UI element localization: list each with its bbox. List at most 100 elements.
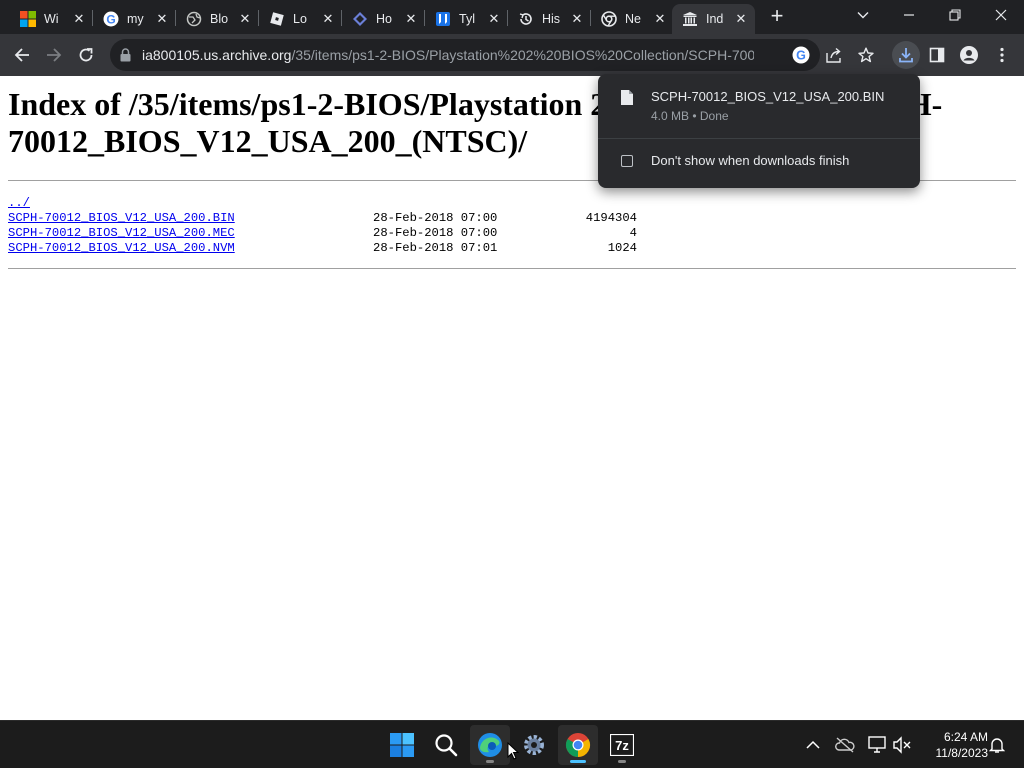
lock-icon[interactable] <box>120 48 131 67</box>
list-item: SCPH-70012_BIOS_V12_USA_200.NVM 28-Feb-2… <box>8 241 708 256</box>
tab-title: Ind <box>706 12 724 26</box>
file-size: 4 <box>629 226 637 240</box>
tab-3[interactable]: Blo ✕ <box>176 4 259 34</box>
tab-9-active[interactable]: Ind ✕ <box>672 4 755 34</box>
url-host: ia800105.us.archive.org <box>142 47 292 63</box>
7zip-icon[interactable]: 7z <box>602 725 642 765</box>
new-tab-button[interactable]: + <box>766 5 788 28</box>
start-icon[interactable] <box>382 725 422 765</box>
chevron-up-icon[interactable] <box>801 733 825 757</box>
tab-close-icon[interactable]: ✕ <box>403 11 419 27</box>
chrome-icon <box>601 11 617 27</box>
search-icon[interactable] <box>426 725 466 765</box>
file-date: 28-Feb-2018 07:00 <box>373 226 498 240</box>
download-filename[interactable]: SCPH-70012_BIOS_V12_USA_200.BIN <box>651 89 884 104</box>
tab-title: His <box>542 12 561 26</box>
tab-close-icon[interactable]: ✕ <box>154 11 170 27</box>
tab-close-icon[interactable]: ✕ <box>652 11 668 27</box>
tab-close-icon[interactable]: ✕ <box>733 11 749 27</box>
7zip-label: 7z <box>615 738 629 753</box>
tab-strip: Wi ✕ G my ✕ Blo ✕ Lo ✕ Ho ✕ Tyl ✕ His ✕ … <box>0 0 1024 34</box>
tab-title: my <box>127 12 144 26</box>
file-link[interactable]: SCPH-70012_BIOS_V12_USA_200.BIN <box>8 211 235 226</box>
list-item: SCPH-70012_BIOS_V12_USA_200.BIN 28-Feb-2… <box>8 211 708 226</box>
active-indicator <box>570 760 586 763</box>
file-date: 28-Feb-2018 07:00 <box>373 211 498 225</box>
volume-muted-icon[interactable] <box>890 733 914 757</box>
list-item: SCPH-70012_BIOS_V12_USA_200.MEC 28-Feb-2… <box>8 226 708 241</box>
clock-time: 6:24 AM <box>943 730 988 744</box>
back-icon[interactable] <box>9 42 35 68</box>
dont-show-label[interactable]: Don't show when downloads finish <box>651 153 849 168</box>
google-lens-icon[interactable]: G <box>792 46 810 69</box>
bookmark-icon <box>435 11 451 27</box>
menu-kebab-icon[interactable] <box>989 42 1015 68</box>
close-window-icon[interactable] <box>978 0 1024 30</box>
microsoft-icon <box>20 11 36 27</box>
list-item: ../ <box>8 196 708 211</box>
svg-text:G: G <box>106 13 115 27</box>
tab-title: Ne <box>625 12 641 26</box>
roblox-icon <box>269 11 285 27</box>
download-status: 4.0 MB • Done <box>651 109 729 123</box>
bottom-divider <box>8 268 1016 269</box>
tab-search-icon[interactable] <box>840 0 886 30</box>
tab-close-icon[interactable]: ✕ <box>71 11 87 27</box>
tab-5[interactable]: Ho ✕ <box>342 4 425 34</box>
tab-1[interactable]: Wi ✕ <box>10 4 93 34</box>
mouse-cursor-icon <box>507 741 520 765</box>
tab-title: Wi <box>44 12 59 26</box>
tab-close-icon[interactable]: ✕ <box>320 11 336 27</box>
url-text[interactable]: ia800105.us.archive.org/35/items/ps1-2-B… <box>142 47 754 63</box>
file-link[interactable]: SCPH-70012_BIOS_V12_USA_200.NVM <box>8 241 235 256</box>
clock-date: 11/8/2023 <box>935 746 989 760</box>
running-indicator <box>618 760 626 763</box>
share-icon[interactable] <box>821 42 847 68</box>
tab-title: Blo <box>210 12 229 26</box>
google-icon: G <box>103 11 119 27</box>
restore-icon[interactable] <box>932 0 978 30</box>
tab-7[interactable]: His ✕ <box>508 4 591 34</box>
tab-title: Ho <box>376 12 392 26</box>
file-date: 28-Feb-2018 07:01 <box>373 241 498 255</box>
globe-icon <box>186 11 202 27</box>
downloads-bubble: SCPH-70012_BIOS_V12_USA_200.BIN 4.0 MB •… <box>598 74 920 188</box>
file-listing: ../ SCPH-70012_BIOS_V12_USA_200.BIN 28-F… <box>8 196 708 256</box>
notification-bell-icon[interactable] <box>985 733 1009 757</box>
tab-close-icon[interactable]: ✕ <box>486 11 502 27</box>
browser-toolbar: ia800105.us.archive.org/35/items/ps1-2-B… <box>0 34 1024 76</box>
url-path: /35/items/ps1-2-BIOS/Playstation%202%20B… <box>291 47 754 63</box>
file-size: 4194304 <box>585 211 637 225</box>
address-bar[interactable]: ia800105.us.archive.org/35/items/ps1-2-B… <box>110 39 820 71</box>
minimize-icon[interactable] <box>886 0 932 30</box>
file-icon <box>621 90 633 110</box>
history-icon <box>518 11 534 27</box>
profile-icon[interactable] <box>956 42 982 68</box>
edge-icon[interactable] <box>470 725 510 765</box>
tab-title: Tyl <box>459 12 475 26</box>
forward-icon[interactable] <box>41 42 67 68</box>
tab-4[interactable]: Lo ✕ <box>259 4 342 34</box>
network-icon[interactable] <box>865 733 889 757</box>
archive-icon <box>682 11 698 27</box>
clock[interactable]: 6:24 AM 11/8/2023 <box>918 729 989 761</box>
reload-icon[interactable] <box>73 42 99 68</box>
downloads-icon[interactable] <box>892 41 920 69</box>
tab-close-icon[interactable]: ✕ <box>569 11 585 27</box>
running-indicator <box>486 760 494 763</box>
parent-directory-link[interactable]: ../ <box>8 196 30 211</box>
dont-show-checkbox[interactable] <box>621 155 633 167</box>
tab-2[interactable]: G my ✕ <box>93 4 176 34</box>
bookmark-star-icon[interactable] <box>853 42 879 68</box>
file-size: 1024 <box>607 241 637 255</box>
site-icon <box>352 11 368 27</box>
onedrive-offline-icon[interactable] <box>833 733 857 757</box>
tab-close-icon[interactable]: ✕ <box>237 11 253 27</box>
side-panel-icon[interactable] <box>924 42 950 68</box>
tab-8[interactable]: Ne ✕ <box>591 4 674 34</box>
chrome-icon[interactable] <box>558 725 598 765</box>
tab-6[interactable]: Tyl ✕ <box>425 4 508 34</box>
settings-icon[interactable] <box>514 725 554 765</box>
file-link[interactable]: SCPH-70012_BIOS_V12_USA_200.MEC <box>8 226 235 241</box>
svg-text:G: G <box>796 49 806 63</box>
